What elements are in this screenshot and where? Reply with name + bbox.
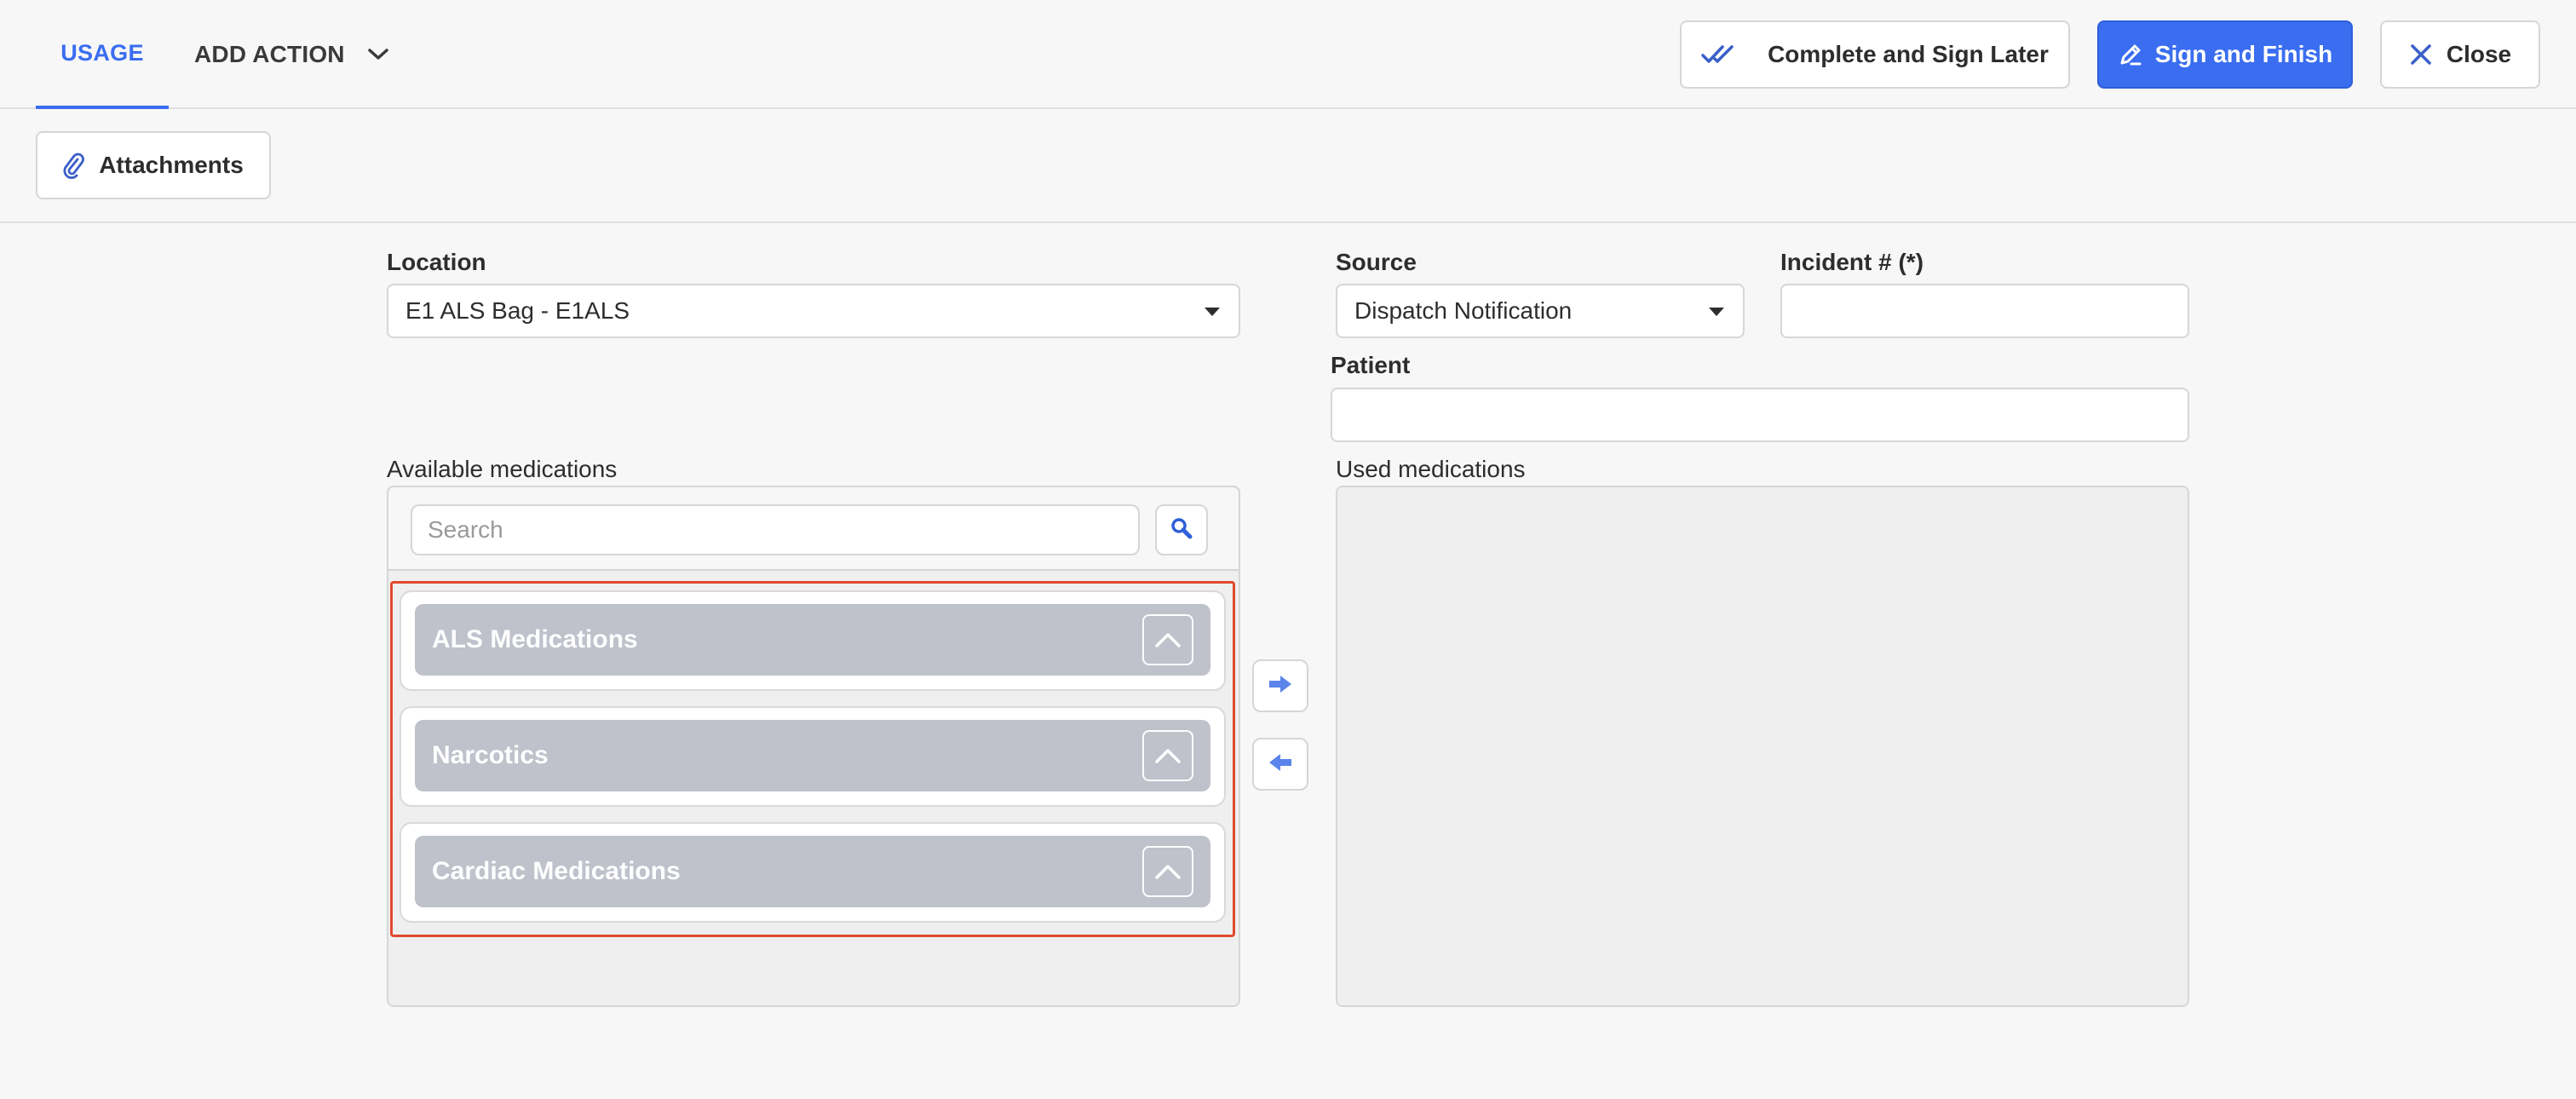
paperclip-icon bbox=[63, 152, 85, 179]
search-icon bbox=[1170, 516, 1193, 544]
chevron-down-icon[interactable] bbox=[367, 48, 389, 61]
search-input[interactable] bbox=[411, 504, 1140, 555]
tab-usage[interactable]: USAGE bbox=[36, 0, 169, 109]
close-button[interactable]: Close bbox=[2380, 20, 2540, 89]
sub-toolbar: Attachments bbox=[0, 111, 2576, 223]
sign-and-finish-label: Sign and Finish bbox=[2154, 41, 2333, 67]
medication-group-card: Cardiac Medications bbox=[400, 822, 1226, 923]
medication-group-label: Narcotics bbox=[432, 741, 549, 769]
caret-down-icon bbox=[1709, 308, 1724, 316]
medication-group-card: Narcotics bbox=[400, 706, 1226, 807]
patient-input[interactable] bbox=[1331, 388, 2189, 442]
top-header: USAGE ADD ACTION Complete and Sign Later… bbox=[0, 0, 2576, 109]
chevron-up-icon[interactable] bbox=[1142, 614, 1193, 665]
search-area bbox=[388, 487, 1239, 571]
medication-group-card: ALS Medications bbox=[400, 590, 1226, 691]
attachments-label: Attachments bbox=[99, 152, 244, 178]
medication-groups-list: ALS Medications Narcotics Cardiac Medica… bbox=[390, 581, 1235, 937]
available-medications-label: Available medications bbox=[387, 456, 618, 482]
medication-group-header[interactable]: ALS Medications bbox=[415, 604, 1210, 676]
used-medications-label: Used medications bbox=[1336, 456, 1526, 482]
tab-usage-label: USAGE bbox=[60, 39, 144, 66]
caret-down-icon bbox=[1205, 308, 1220, 316]
tab-add-action[interactable]: ADD ACTION bbox=[194, 0, 389, 109]
sign-and-finish-button[interactable]: Sign and Finish bbox=[2097, 20, 2353, 89]
medication-group-header[interactable]: Cardiac Medications bbox=[415, 836, 1210, 907]
complete-and-sign-later-label: Complete and Sign Later bbox=[1768, 41, 2049, 67]
chevron-up-icon[interactable] bbox=[1142, 846, 1193, 897]
incident-label: Incident # (*) bbox=[1780, 249, 1924, 275]
used-medications-panel bbox=[1336, 486, 2189, 1007]
location-select[interactable]: E1 ALS Bag - E1ALS bbox=[387, 284, 1240, 338]
available-medications-panel: ALS Medications Narcotics Cardiac Medica… bbox=[387, 486, 1240, 1007]
double-check-icon bbox=[1701, 43, 1739, 66]
medication-group-label: ALS Medications bbox=[432, 625, 638, 653]
attachments-button[interactable]: Attachments bbox=[36, 131, 271, 199]
medication-group-header[interactable]: Narcotics bbox=[415, 720, 1210, 791]
medication-group-label: Cardiac Medications bbox=[432, 857, 681, 885]
arrow-left-icon bbox=[1268, 752, 1293, 777]
search-button[interactable] bbox=[1155, 504, 1208, 555]
source-value: Dispatch Notification bbox=[1354, 297, 1573, 324]
complete-and-sign-later-button[interactable]: Complete and Sign Later bbox=[1680, 20, 2070, 89]
location-label: Location bbox=[387, 249, 486, 275]
patient-label: Patient bbox=[1331, 352, 1411, 378]
source-select[interactable]: Dispatch Notification bbox=[1336, 284, 1745, 338]
arrow-right-icon bbox=[1268, 674, 1293, 699]
move-right-button[interactable] bbox=[1252, 659, 1308, 712]
source-label: Source bbox=[1336, 249, 1417, 275]
location-value: E1 ALS Bag - E1ALS bbox=[405, 297, 630, 324]
move-left-button[interactable] bbox=[1252, 738, 1308, 791]
tab-add-action-label: ADD ACTION bbox=[194, 41, 345, 67]
chevron-up-icon[interactable] bbox=[1142, 730, 1193, 781]
incident-input[interactable] bbox=[1780, 284, 2189, 338]
close-icon bbox=[2409, 43, 2433, 66]
pen-icon bbox=[2118, 42, 2143, 67]
close-label: Close bbox=[2446, 41, 2512, 67]
